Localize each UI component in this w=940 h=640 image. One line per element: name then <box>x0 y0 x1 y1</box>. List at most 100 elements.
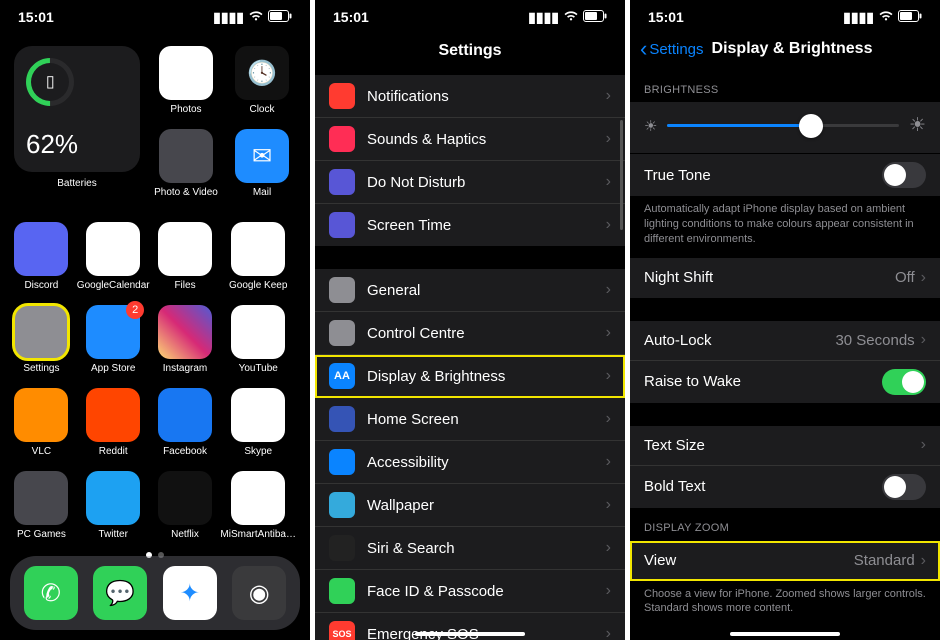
row-label: Notifications <box>367 88 606 105</box>
settings-row-notifications[interactable]: Notifications› <box>315 75 625 118</box>
row-view[interactable]: View Standard › <box>630 541 940 581</box>
batteries-widget[interactable]: ▯ 62% <box>14 46 140 172</box>
wifi-icon <box>878 9 894 25</box>
row-label: Face ID & Passcode <box>367 583 606 600</box>
battery-percent: 62% <box>26 129 128 160</box>
wifi-icon <box>248 9 264 25</box>
battery-icon <box>268 9 292 25</box>
dock: ✆ 💬 ✦ ◉ <box>10 556 300 630</box>
app-reddit[interactable]: Reddit <box>77 388 150 457</box>
app-discord[interactable]: Discord <box>14 222 69 291</box>
chevron-right-icon: › <box>606 410 611 428</box>
row-icon <box>329 406 355 432</box>
row-label: Do Not Disturb <box>367 174 606 191</box>
chevron-right-icon: › <box>606 324 611 342</box>
row-label: Screen Time <box>367 217 606 234</box>
row-bold-text: Bold Text <box>630 466 940 508</box>
row-night-shift[interactable]: Night Shift Off › <box>630 258 940 298</box>
sun-high-icon: ☀︎ <box>909 114 926 137</box>
chevron-right-icon: › <box>606 625 611 640</box>
folder-photo-video[interactable]: Photo & Video <box>152 129 220 198</box>
dock-safari[interactable]: ✦ <box>163 566 217 620</box>
settings-row-wallpaper[interactable]: Wallpaper› <box>315 484 625 527</box>
row-icon <box>329 492 355 518</box>
app-clock[interactable]: 🕓Clock <box>228 46 296 115</box>
app-label: App Store <box>91 363 135 374</box>
app-files[interactable]: Files <box>158 222 213 291</box>
chevron-right-icon: › <box>606 216 611 234</box>
bold-text-toggle[interactable] <box>882 474 926 500</box>
brightness-slider-row: ☀︎ ☀︎ <box>630 102 940 153</box>
row-auto-lock[interactable]: Auto-Lock 30 Seconds › <box>630 321 940 361</box>
phone-home: 15:01 ▮▮▮▮ ▯ 62% Batteries ✿Photos 🕓Cloc… <box>0 0 310 640</box>
row-icon: SOS <box>329 621 355 640</box>
dock-camera[interactable]: ◉ <box>232 566 286 620</box>
battery-icon <box>898 9 922 25</box>
widget-label: Batteries <box>57 178 96 189</box>
app-twitter[interactable]: Twitter <box>77 471 150 540</box>
raise-to-wake-toggle[interactable] <box>882 369 926 395</box>
section-header-brightness: BRIGHTNESS <box>630 70 940 102</box>
status-indicators: ▮▮▮▮ <box>213 9 292 26</box>
dock-messages[interactable]: 💬 <box>93 566 147 620</box>
home-indicator[interactable] <box>730 632 840 636</box>
chevron-right-icon: › <box>921 331 926 349</box>
page-title: Display & Brightness <box>712 40 873 58</box>
app-label: VLC <box>32 446 51 457</box>
settings-section-1: Notifications›Sounds & Haptics›Do Not Di… <box>315 74 625 246</box>
brightness-slider[interactable] <box>667 124 899 127</box>
app-vlc[interactable]: VLC <box>14 388 69 457</box>
settings-row-screen-time[interactable]: Screen Time› <box>315 204 625 246</box>
home-grid: DiscordGoogleCalendarFilesGoogle Keep Set… <box>0 204 310 546</box>
row-raise-to-wake: Raise to Wake <box>630 361 940 403</box>
settings-row-home-screen[interactable]: Home Screen› <box>315 398 625 441</box>
app-skype[interactable]: Skype <box>220 388 296 457</box>
settings-row-do-not-disturb[interactable]: Do Not Disturb› <box>315 161 625 204</box>
app-label: Reddit <box>99 446 128 457</box>
settings-row-general[interactable]: General› <box>315 269 625 312</box>
chevron-right-icon: › <box>921 436 926 454</box>
chevron-right-icon: › <box>606 281 611 299</box>
row-icon <box>329 449 355 475</box>
dock-phone[interactable]: ✆ <box>24 566 78 620</box>
status-bar: 15:01 ▮▮▮▮ <box>630 0 940 30</box>
app-app-store[interactable]: 2App Store <box>77 305 150 374</box>
true-tone-toggle[interactable] <box>882 162 926 188</box>
app-label: Settings <box>23 363 59 374</box>
app-label: Instagram <box>163 363 207 374</box>
settings-row-accessibility[interactable]: Accessibility› <box>315 441 625 484</box>
chevron-right-icon: › <box>606 539 611 557</box>
chevron-right-icon: › <box>921 269 926 287</box>
back-button[interactable]: ‹ Settings <box>640 38 704 60</box>
chevron-right-icon: › <box>606 367 611 385</box>
app-photos[interactable]: ✿Photos <box>152 46 220 115</box>
row-label: Sounds & Haptics <box>367 131 606 148</box>
app-mail[interactable]: ✉︎Mail <box>228 129 296 198</box>
app-pc-games[interactable]: PC Games <box>14 471 69 540</box>
row-label: Siri & Search <box>367 540 606 557</box>
clock-icon: 🕓 <box>247 59 277 88</box>
app-facebook[interactable]: Facebook <box>158 388 213 457</box>
status-time: 15:01 <box>18 9 54 25</box>
app-googlecalendar[interactable]: GoogleCalendar <box>77 222 150 291</box>
row-text-size[interactable]: Text Size › <box>630 426 940 466</box>
phone-icon: ✆ <box>41 579 61 608</box>
app-youtube[interactable]: YouTube <box>220 305 296 374</box>
settings-row-siri-search[interactable]: Siri & Search› <box>315 527 625 570</box>
app-google-keep[interactable]: Google Keep <box>220 222 296 291</box>
row-icon <box>329 578 355 604</box>
settings-row-face-id-passcode[interactable]: Face ID & Passcode› <box>315 570 625 613</box>
settings-row-display-brightness[interactable]: AADisplay & Brightness› <box>315 355 625 398</box>
scroll-indicator[interactable] <box>620 120 623 230</box>
row-label: Home Screen <box>367 411 606 428</box>
battery-ring-icon: ▯ <box>16 48 84 116</box>
app-netflix[interactable]: Netflix <box>158 471 213 540</box>
app-settings[interactable]: Settings <box>14 305 69 374</box>
row-label: Accessibility <box>367 454 606 471</box>
home-indicator[interactable] <box>415 632 525 636</box>
settings-row-sounds-haptics[interactable]: Sounds & Haptics› <box>315 118 625 161</box>
app-mismartantiba-[interactable]: MiSmartAntiba… <box>220 471 296 540</box>
settings-row-control-centre[interactable]: Control Centre› <box>315 312 625 355</box>
row-label: Display & Brightness <box>367 368 606 385</box>
app-instagram[interactable]: Instagram <box>158 305 213 374</box>
